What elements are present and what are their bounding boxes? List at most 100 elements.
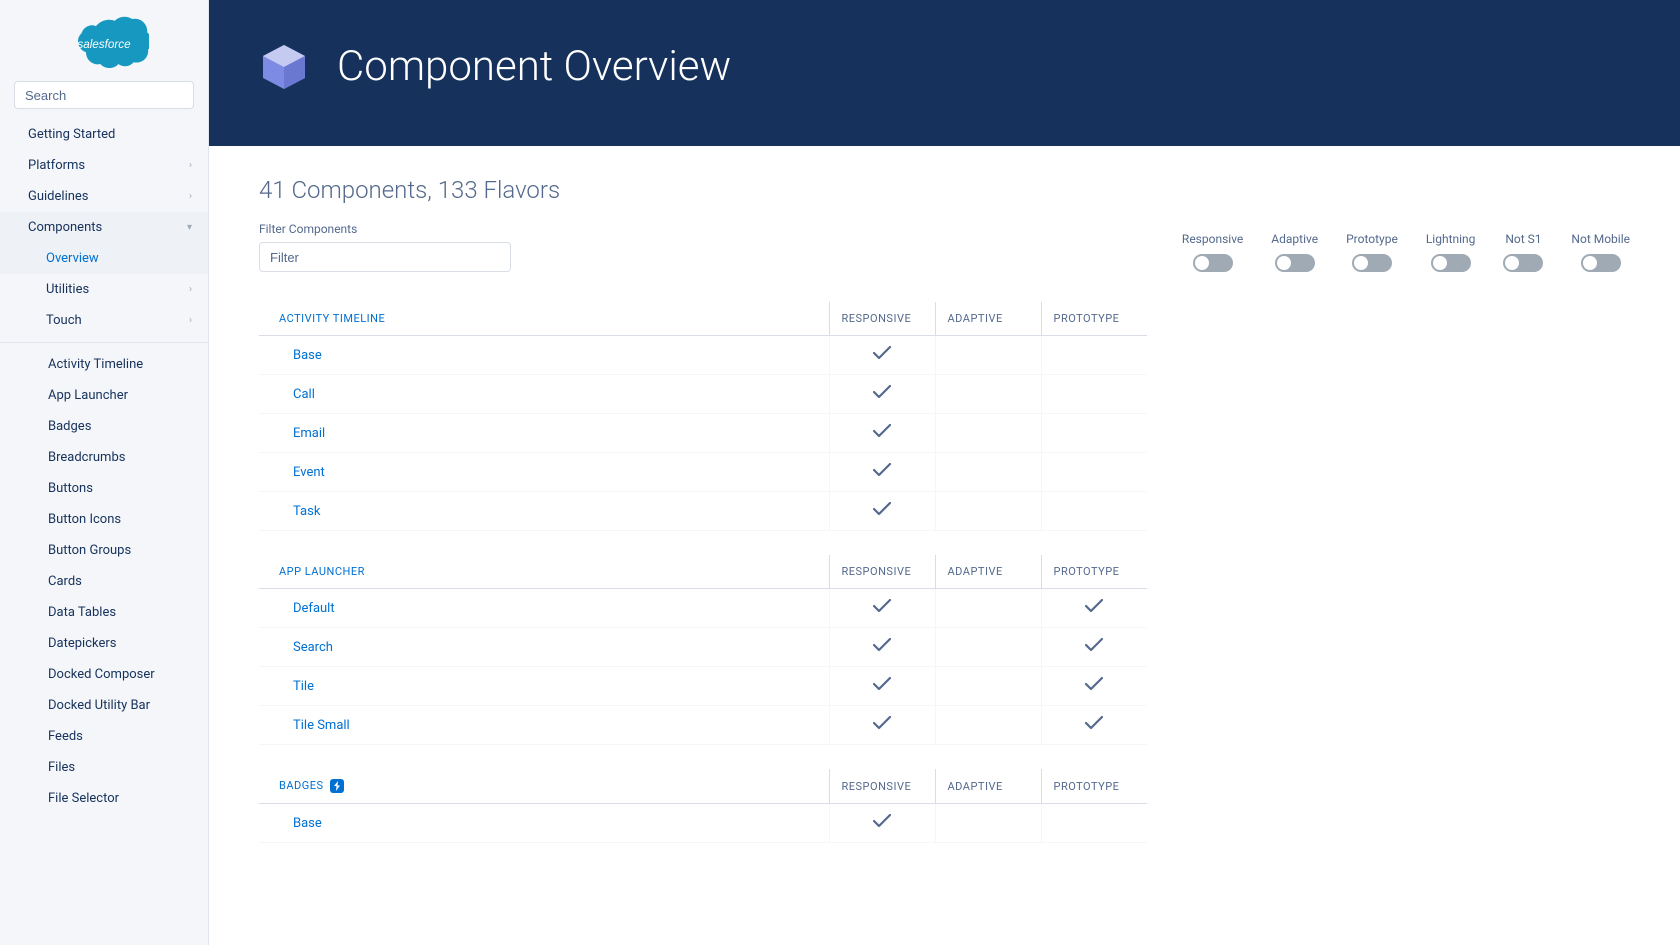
group-header[interactable]: ACTIVITY TIMELINE bbox=[259, 302, 829, 336]
column-header-prototype: PROTOTYPE bbox=[1041, 302, 1147, 336]
column-header-adaptive: ADAPTIVE bbox=[935, 769, 1041, 804]
column-header-adaptive: ADAPTIVE bbox=[935, 302, 1041, 336]
table-row: Search bbox=[259, 628, 1147, 667]
toggle-label-prototype: Prototype bbox=[1346, 232, 1398, 246]
table-row: Base bbox=[259, 336, 1147, 375]
chevron-right-icon: › bbox=[189, 160, 192, 171]
toggle-not-mobile[interactable] bbox=[1581, 254, 1621, 272]
cell-responsive bbox=[829, 375, 935, 414]
toggle-responsive[interactable] bbox=[1193, 254, 1233, 272]
svg-text:salesforce: salesforce bbox=[77, 38, 131, 51]
cell-responsive bbox=[829, 492, 935, 531]
nav-sub-touch[interactable]: Touch› bbox=[0, 305, 208, 336]
nav-item-platforms[interactable]: Platforms› bbox=[0, 150, 208, 181]
toggle-prototype[interactable] bbox=[1352, 254, 1392, 272]
toggle-adaptive[interactable] bbox=[1275, 254, 1315, 272]
cell-adaptive bbox=[935, 706, 1041, 745]
cell-responsive bbox=[829, 706, 935, 745]
table-row: Tile bbox=[259, 667, 1147, 706]
salesforce-logo[interactable]: salesforce bbox=[0, 0, 208, 81]
chevron-right-icon: › bbox=[189, 315, 192, 326]
cell-prototype bbox=[1041, 492, 1147, 531]
nav-item-getting-started[interactable]: Getting Started bbox=[0, 119, 208, 150]
component-table-badges: BADGESRESPONSIVEADAPTIVEPROTOTYPE Base bbox=[259, 769, 1147, 843]
cell-adaptive bbox=[935, 804, 1041, 843]
nav-component-breadcrumbs[interactable]: Breadcrumbs bbox=[0, 442, 208, 473]
nav-item-components[interactable]: Components▾ bbox=[0, 212, 208, 243]
flavor-link-tile[interactable]: Tile bbox=[293, 679, 314, 694]
filter-label: Filter Components bbox=[259, 222, 511, 236]
filter-input[interactable] bbox=[259, 242, 511, 272]
column-header-adaptive: ADAPTIVE bbox=[935, 555, 1041, 589]
nav-component-app-launcher[interactable]: App Launcher bbox=[0, 380, 208, 411]
column-header-prototype: PROTOTYPE bbox=[1041, 769, 1147, 804]
table-row: Base bbox=[259, 804, 1147, 843]
column-header-responsive: RESPONSIVE bbox=[829, 769, 935, 804]
cell-adaptive bbox=[935, 453, 1041, 492]
cube-icon bbox=[259, 41, 309, 91]
flavor-link-email[interactable]: Email bbox=[293, 426, 325, 441]
cell-responsive bbox=[829, 804, 935, 843]
flavor-link-call[interactable]: Call bbox=[293, 387, 315, 402]
flavor-link-event[interactable]: Event bbox=[293, 465, 325, 480]
check-icon bbox=[873, 385, 891, 403]
nav-component-data-tables[interactable]: Data Tables bbox=[0, 597, 208, 628]
main-content: Component Overview 41 Components, 133 Fl… bbox=[209, 0, 1680, 945]
cell-responsive bbox=[829, 589, 935, 628]
cell-prototype bbox=[1041, 804, 1147, 843]
check-icon bbox=[873, 424, 891, 442]
cell-adaptive bbox=[935, 414, 1041, 453]
check-icon bbox=[1085, 677, 1103, 695]
check-icon bbox=[1085, 599, 1103, 617]
toggle-lightning[interactable] bbox=[1431, 254, 1471, 272]
flavor-link-tile-small[interactable]: Tile Small bbox=[293, 718, 350, 733]
flavor-link-search[interactable]: Search bbox=[293, 640, 333, 655]
nav-component-button-groups[interactable]: Button Groups bbox=[0, 535, 208, 566]
nav-component-feeds[interactable]: Feeds bbox=[0, 721, 208, 752]
flavor-link-base[interactable]: Base bbox=[293, 816, 322, 831]
cell-adaptive bbox=[935, 375, 1041, 414]
check-icon bbox=[873, 677, 891, 695]
cell-responsive bbox=[829, 336, 935, 375]
check-icon bbox=[873, 599, 891, 617]
nav-component-activity-timeline[interactable]: Activity Timeline bbox=[0, 349, 208, 380]
toggle-not-s1[interactable] bbox=[1503, 254, 1543, 272]
nav-component-button-icons[interactable]: Button Icons bbox=[0, 504, 208, 535]
page-title: Component Overview bbox=[337, 42, 731, 91]
summary-text: 41 Components, 133 Flavors bbox=[259, 176, 1630, 204]
table-row: Call bbox=[259, 375, 1147, 414]
group-header[interactable]: BADGES bbox=[259, 769, 829, 804]
cell-prototype bbox=[1041, 706, 1147, 745]
nav-sub-overview[interactable]: Overview bbox=[0, 243, 208, 274]
table-row: Email bbox=[259, 414, 1147, 453]
divider bbox=[0, 342, 208, 343]
nav-item-guidelines[interactable]: Guidelines› bbox=[0, 181, 208, 212]
column-header-responsive: RESPONSIVE bbox=[829, 555, 935, 589]
nav-component-docked-composer[interactable]: Docked Composer bbox=[0, 659, 208, 690]
flavor-link-task[interactable]: Task bbox=[293, 504, 320, 519]
flavor-link-default[interactable]: Default bbox=[293, 601, 335, 616]
nav-component-file-selector[interactable]: File Selector bbox=[0, 783, 208, 814]
check-icon bbox=[873, 638, 891, 656]
toggle-label-not-s1: Not S1 bbox=[1505, 232, 1541, 246]
nav-component-docked-utility-bar[interactable]: Docked Utility Bar bbox=[0, 690, 208, 721]
nav-sub-utilities[interactable]: Utilities› bbox=[0, 274, 208, 305]
nav-component-cards[interactable]: Cards bbox=[0, 566, 208, 597]
nav-component-datepickers[interactable]: Datepickers bbox=[0, 628, 208, 659]
flavor-link-base[interactable]: Base bbox=[293, 348, 322, 363]
lightning-icon bbox=[330, 779, 344, 793]
search-input[interactable] bbox=[14, 81, 194, 109]
nav-component-files[interactable]: Files bbox=[0, 752, 208, 783]
group-header[interactable]: APP LAUNCHER bbox=[259, 555, 829, 589]
chevron-right-icon: › bbox=[189, 284, 192, 295]
nav-component-buttons[interactable]: Buttons bbox=[0, 473, 208, 504]
check-icon bbox=[873, 814, 891, 832]
check-icon bbox=[873, 346, 891, 364]
toggle-label-responsive: Responsive bbox=[1182, 232, 1243, 246]
cell-responsive bbox=[829, 414, 935, 453]
cell-responsive bbox=[829, 628, 935, 667]
cloud-icon: salesforce bbox=[59, 10, 149, 73]
nav-component-badges[interactable]: Badges bbox=[0, 411, 208, 442]
cell-adaptive bbox=[935, 492, 1041, 531]
check-icon bbox=[873, 463, 891, 481]
